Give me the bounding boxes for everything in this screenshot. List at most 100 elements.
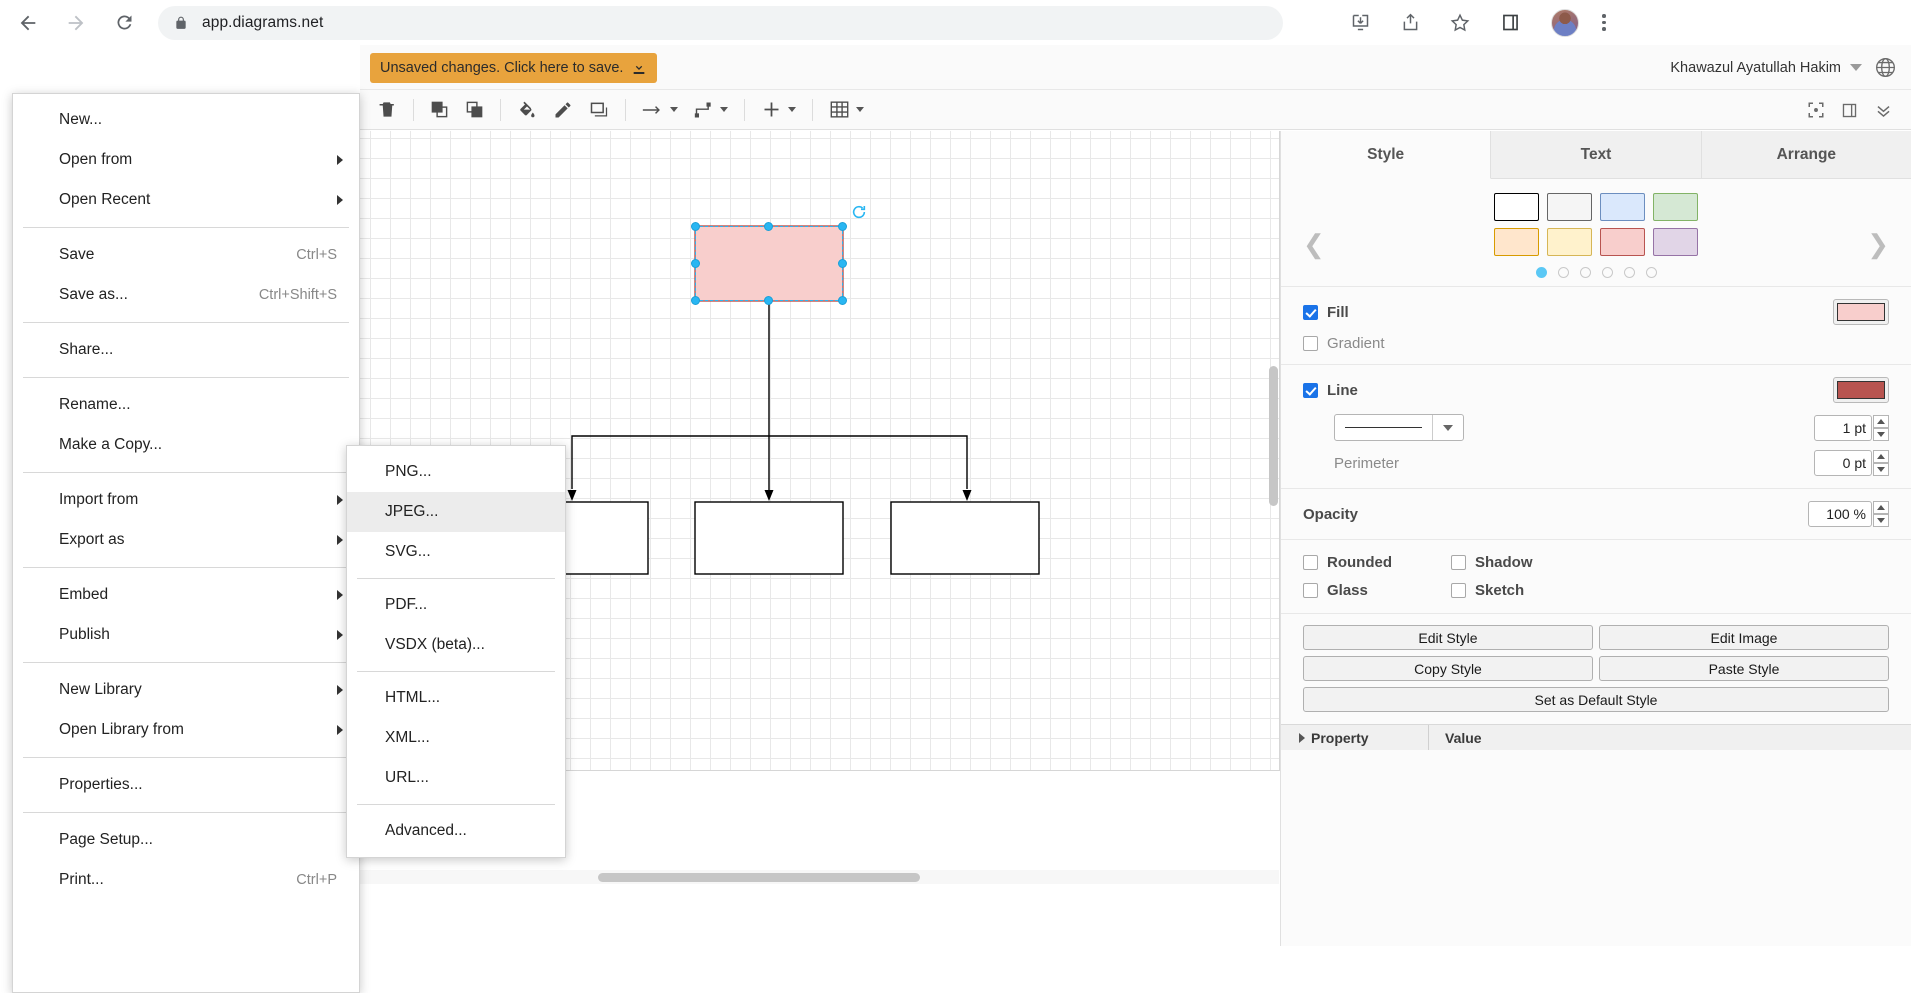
- menu-item-rename[interactable]: Rename...: [13, 385, 359, 425]
- canvas-vscrollbar-thumb[interactable]: [1269, 366, 1278, 506]
- line-color-button[interactable]: [1833, 377, 1889, 403]
- menu-item-open-library-from[interactable]: Open Library from: [13, 710, 359, 750]
- swatch-white[interactable]: [1494, 193, 1539, 221]
- glass-checkbox[interactable]: [1303, 583, 1318, 598]
- paste-style-button[interactable]: Paste Style: [1599, 656, 1889, 681]
- chevron-left-icon[interactable]: ❮: [1303, 231, 1325, 257]
- fill-color-icon[interactable]: [509, 94, 545, 126]
- export-item-html[interactable]: HTML...: [347, 678, 565, 718]
- reload-icon[interactable]: [104, 3, 144, 43]
- perimeter-stepper[interactable]: [1873, 450, 1889, 476]
- to-front-icon[interactable]: [422, 94, 457, 126]
- menu-item-save-as[interactable]: Save as... Ctrl+Shift+S: [13, 275, 359, 315]
- menu-item-make-a-copy[interactable]: Make a Copy...: [13, 425, 359, 465]
- table-icon[interactable]: [821, 94, 872, 126]
- format-panel-icon[interactable]: [1833, 94, 1866, 126]
- swatch-orange[interactable]: [1494, 228, 1539, 256]
- line-color-icon[interactable]: [545, 94, 581, 126]
- opacity-stepper[interactable]: [1873, 501, 1889, 527]
- swatch-yellow[interactable]: [1547, 228, 1592, 256]
- fill-color-button[interactable]: [1833, 299, 1889, 325]
- resize-handle-nw[interactable]: [691, 222, 700, 231]
- delete-icon[interactable]: [370, 94, 405, 126]
- edit-image-button[interactable]: Edit Image: [1599, 625, 1889, 650]
- palette-dot-4[interactable]: [1601, 267, 1613, 278]
- menu-item-publish[interactable]: Publish: [13, 615, 359, 655]
- forward-arrow-icon[interactable]: [56, 3, 96, 43]
- opacity-decrease[interactable]: [1873, 514, 1889, 527]
- swatch-blue[interactable]: [1600, 193, 1645, 221]
- set-default-style-button[interactable]: Set as Default Style: [1303, 687, 1889, 712]
- palette-dot-2[interactable]: [1557, 267, 1569, 278]
- menu-item-new[interactable]: New...: [13, 100, 359, 140]
- gradient-checkbox[interactable]: [1303, 336, 1318, 351]
- line-checkbox[interactable]: [1303, 382, 1318, 398]
- menu-item-embed[interactable]: Embed: [13, 575, 359, 615]
- palette-dot-6[interactable]: [1645, 267, 1657, 278]
- opacity-increase[interactable]: [1873, 501, 1889, 514]
- export-item-jpeg[interactable]: JPEG...: [347, 492, 565, 532]
- line-width-stepper[interactable]: [1873, 414, 1889, 441]
- resize-handle-w[interactable]: [691, 259, 700, 268]
- canvas-hscrollbar-thumb[interactable]: [598, 873, 920, 882]
- menu-item-share[interactable]: Share...: [13, 330, 359, 370]
- resize-handle-n[interactable]: [764, 222, 773, 231]
- resize-handle-se[interactable]: [838, 296, 847, 305]
- export-item-xml[interactable]: XML...: [347, 718, 565, 758]
- swatch-purple[interactable]: [1653, 228, 1698, 256]
- chevron-down-icon[interactable]: [788, 107, 796, 112]
- chevron-down-icon[interactable]: [1433, 424, 1463, 431]
- menu-item-properties[interactable]: Properties...: [13, 765, 359, 805]
- chevron-down-icon[interactable]: [1850, 64, 1862, 71]
- menu-item-export-as[interactable]: Export as: [13, 520, 359, 560]
- tab-text[interactable]: Text: [1491, 131, 1702, 178]
- menu-item-new-library[interactable]: New Library: [13, 670, 359, 710]
- chevron-down-icon[interactable]: [856, 107, 864, 112]
- swatch-green[interactable]: [1653, 193, 1698, 221]
- insert-icon[interactable]: [753, 94, 804, 126]
- perimeter-decrease[interactable]: [1873, 463, 1889, 476]
- menu-item-page-setup[interactable]: Page Setup...: [13, 820, 359, 860]
- to-back-icon[interactable]: [457, 94, 492, 126]
- line-width-decrease[interactable]: [1873, 427, 1889, 441]
- address-bar[interactable]: app.diagrams.net: [158, 5, 1283, 40]
- share-icon[interactable]: [1392, 5, 1428, 41]
- fill-checkbox[interactable]: [1303, 304, 1318, 320]
- swatch-red[interactable]: [1600, 228, 1645, 256]
- menu-item-print[interactable]: Print... Ctrl+P: [13, 860, 359, 900]
- property-column-header[interactable]: Property: [1281, 725, 1429, 750]
- resize-handle-e[interactable]: [838, 259, 847, 268]
- rounded-checkbox[interactable]: [1303, 555, 1318, 570]
- edit-style-button[interactable]: Edit Style: [1303, 625, 1593, 650]
- install-icon[interactable]: [1342, 5, 1378, 41]
- shadow-icon[interactable]: [581, 94, 617, 126]
- chevron-right-icon[interactable]: ❯: [1867, 231, 1889, 257]
- perimeter-increase[interactable]: [1873, 450, 1889, 463]
- export-item-vsdx[interactable]: VSDX (beta)...: [347, 625, 565, 665]
- export-item-svg[interactable]: SVG...: [347, 532, 565, 572]
- opacity-input[interactable]: 100 %: [1808, 501, 1872, 527]
- perimeter-input[interactable]: 0 pt: [1814, 450, 1872, 476]
- back-arrow-icon[interactable]: [8, 3, 48, 43]
- palette-dot-3[interactable]: [1579, 267, 1591, 278]
- export-item-url[interactable]: URL...: [347, 758, 565, 798]
- resize-handle-sw[interactable]: [691, 296, 700, 305]
- collapse-icon[interactable]: [1866, 94, 1901, 126]
- connection-icon[interactable]: [686, 94, 736, 126]
- line-width-input[interactable]: 1 pt: [1814, 414, 1872, 441]
- chevron-down-icon[interactable]: [670, 107, 678, 112]
- user-avatar[interactable]: [1551, 8, 1579, 37]
- copy-style-button[interactable]: Copy Style: [1303, 656, 1593, 681]
- menu-item-open-recent[interactable]: Open Recent: [13, 180, 359, 220]
- waypoints-icon[interactable]: [634, 94, 686, 126]
- bookmark-star-icon[interactable]: [1442, 5, 1478, 41]
- resize-handle-ne[interactable]: [838, 222, 847, 231]
- three-dot-menu-icon[interactable]: [1589, 5, 1619, 41]
- side-panel-icon[interactable]: [1492, 5, 1528, 41]
- export-item-pdf[interactable]: PDF...: [347, 585, 565, 625]
- globe-icon[interactable]: [1874, 56, 1897, 79]
- account-area[interactable]: Khawazul Ayatullah Hakim: [1670, 45, 1899, 90]
- export-item-png[interactable]: PNG...: [347, 452, 565, 492]
- line-width-increase[interactable]: [1873, 414, 1889, 428]
- line-style-select[interactable]: [1334, 414, 1464, 441]
